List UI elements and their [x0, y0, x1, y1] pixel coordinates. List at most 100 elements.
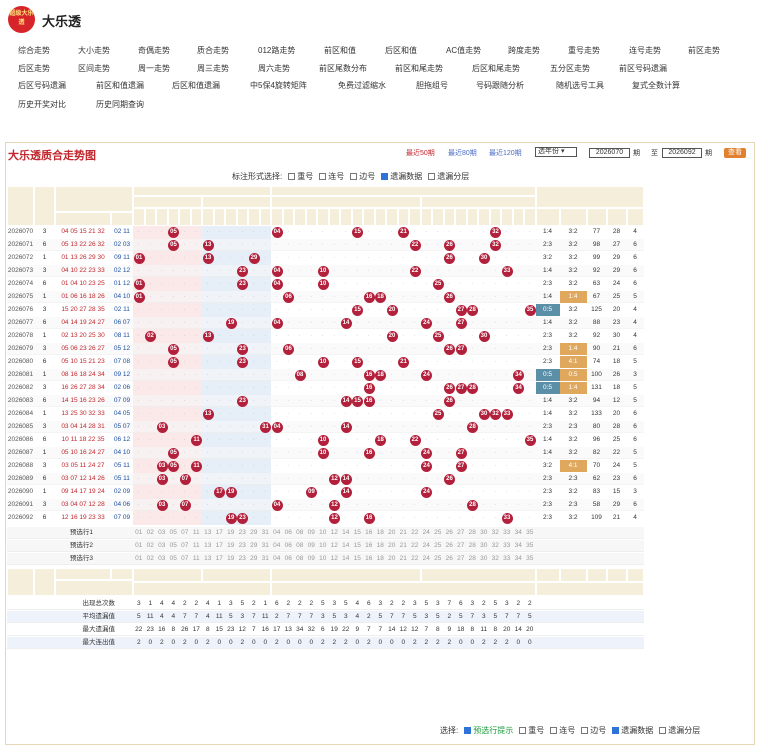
predict-number[interactable]: 03	[156, 553, 168, 565]
predict-number[interactable]: 20	[386, 540, 398, 552]
nav-link[interactable]: 后区和值遗漏	[172, 79, 220, 92]
predict-number[interactable]: 21	[398, 540, 410, 552]
checkbox[interactable]	[550, 727, 558, 735]
predict-number[interactable]: 13	[202, 540, 214, 552]
predict-number[interactable]: 30	[478, 527, 490, 539]
predict-number[interactable]: 20	[386, 527, 398, 539]
predict-number[interactable]: 25	[432, 540, 444, 552]
predict-number[interactable]: 18	[375, 553, 387, 565]
nav-link[interactable]: 区间走势	[78, 62, 110, 75]
predict-number[interactable]: 15	[352, 553, 364, 565]
predict-number[interactable]: 29	[248, 527, 260, 539]
predict-number[interactable]: 17	[214, 527, 226, 539]
predict-number[interactable]: 15	[352, 540, 364, 552]
predict-number[interactable]: 02	[145, 553, 157, 565]
nav-link[interactable]: 历史开奖对比	[18, 98, 66, 111]
checkbox[interactable]	[519, 727, 527, 735]
query-button[interactable]: 查看	[724, 148, 746, 158]
predict-number[interactable]: 30	[478, 540, 490, 552]
predict-number[interactable]: 14	[340, 540, 352, 552]
predict-number[interactable]: 31	[260, 540, 272, 552]
predict-number[interactable]: 26	[444, 553, 456, 565]
year-select[interactable]: 选年份 ▾	[535, 147, 577, 157]
predict-number[interactable]: 17	[214, 540, 226, 552]
predict-number[interactable]: 22	[409, 540, 421, 552]
nav-link[interactable]: 012路走势	[258, 44, 295, 57]
nav-link[interactable]: 奇偶走势	[138, 44, 170, 57]
predict-number[interactable]: 24	[421, 540, 433, 552]
nav-link[interactable]: 后区号码遗漏	[18, 79, 66, 92]
nav-link[interactable]: 周六走势	[258, 62, 290, 75]
nav-link[interactable]: 质合走势	[197, 44, 229, 57]
predict-number[interactable]: 01	[133, 540, 145, 552]
predict-number[interactable]: 10	[317, 540, 329, 552]
predict-number[interactable]: 33	[501, 527, 513, 539]
predict-number[interactable]: 02	[145, 540, 157, 552]
predict-number[interactable]: 07	[179, 540, 191, 552]
predict-number[interactable]: 04	[271, 553, 283, 565]
predict-number[interactable]: 06	[283, 527, 295, 539]
recent-80-link[interactable]: 最近80期	[448, 148, 477, 158]
predict-number[interactable]: 22	[409, 527, 421, 539]
checkbox[interactable]	[428, 173, 436, 181]
checkbox[interactable]	[350, 173, 358, 181]
predict-number[interactable]: 07	[179, 553, 191, 565]
checkbox[interactable]	[464, 727, 472, 735]
predict-number[interactable]: 19	[225, 527, 237, 539]
predict-number[interactable]: 14	[340, 553, 352, 565]
predict-number[interactable]: 11	[191, 540, 203, 552]
predict-number[interactable]: 09	[306, 540, 318, 552]
lottery-logo[interactable]: 超级大乐透	[8, 6, 35, 33]
nav-link[interactable]: 周三走势	[197, 62, 229, 75]
predict-number[interactable]: 12	[329, 540, 341, 552]
predict-number[interactable]: 10	[317, 553, 329, 565]
predict-number[interactable]: 12	[329, 553, 341, 565]
predict-number[interactable]: 08	[294, 553, 306, 565]
predict-number[interactable]: 27	[455, 540, 467, 552]
predict-number[interactable]: 03	[156, 540, 168, 552]
predict-number[interactable]: 17	[214, 553, 226, 565]
predict-number[interactable]: 18	[375, 540, 387, 552]
nav-link[interactable]: 中5保4旋转矩阵	[250, 79, 307, 92]
predict-number[interactable]: 06	[283, 540, 295, 552]
predict-number[interactable]: 35	[524, 553, 536, 565]
checkbox[interactable]	[581, 727, 589, 735]
predict-number[interactable]: 05	[168, 540, 180, 552]
checkbox[interactable]	[319, 173, 327, 181]
predict-number[interactable]: 16	[363, 553, 375, 565]
predict-number[interactable]: 25	[432, 553, 444, 565]
predict-number[interactable]: 31	[260, 527, 272, 539]
predict-number[interactable]: 09	[306, 553, 318, 565]
recent-50-link[interactable]: 最近50期	[406, 148, 435, 158]
predict-number[interactable]: 16	[363, 527, 375, 539]
predict-number[interactable]: 16	[363, 540, 375, 552]
predict-number[interactable]: 03	[156, 527, 168, 539]
predict-number[interactable]: 20	[386, 553, 398, 565]
nav-link[interactable]: 重号走势	[568, 44, 600, 57]
nav-link[interactable]: 连号走势	[629, 44, 661, 57]
predict-number[interactable]: 04	[271, 540, 283, 552]
predict-number[interactable]: 08	[294, 527, 306, 539]
predict-number[interactable]: 07	[179, 527, 191, 539]
predict-number[interactable]: 26	[444, 540, 456, 552]
predict-number[interactable]: 21	[398, 553, 410, 565]
checkbox[interactable]	[659, 727, 667, 735]
recent-120-link[interactable]: 最近120期	[489, 148, 522, 158]
predict-number[interactable]: 27	[455, 527, 467, 539]
predict-number[interactable]: 35	[524, 527, 536, 539]
predict-number[interactable]: 33	[501, 540, 513, 552]
checkbox[interactable]	[288, 173, 296, 181]
predict-number[interactable]: 01	[133, 527, 145, 539]
checkbox[interactable]	[612, 727, 620, 735]
predict-number[interactable]: 15	[352, 527, 364, 539]
predict-number[interactable]: 23	[237, 527, 249, 539]
predict-number[interactable]: 09	[306, 527, 318, 539]
nav-link[interactable]: 复式全数计算	[632, 79, 680, 92]
to-issue-input[interactable]: 2026092	[662, 148, 702, 158]
predict-number[interactable]: 33	[501, 553, 513, 565]
predict-number[interactable]: 01	[133, 553, 145, 565]
predict-number[interactable]: 28	[467, 553, 479, 565]
nav-link[interactable]: 随机选号工具	[556, 79, 604, 92]
predict-number[interactable]: 25	[432, 527, 444, 539]
predict-number[interactable]: 34	[513, 553, 525, 565]
